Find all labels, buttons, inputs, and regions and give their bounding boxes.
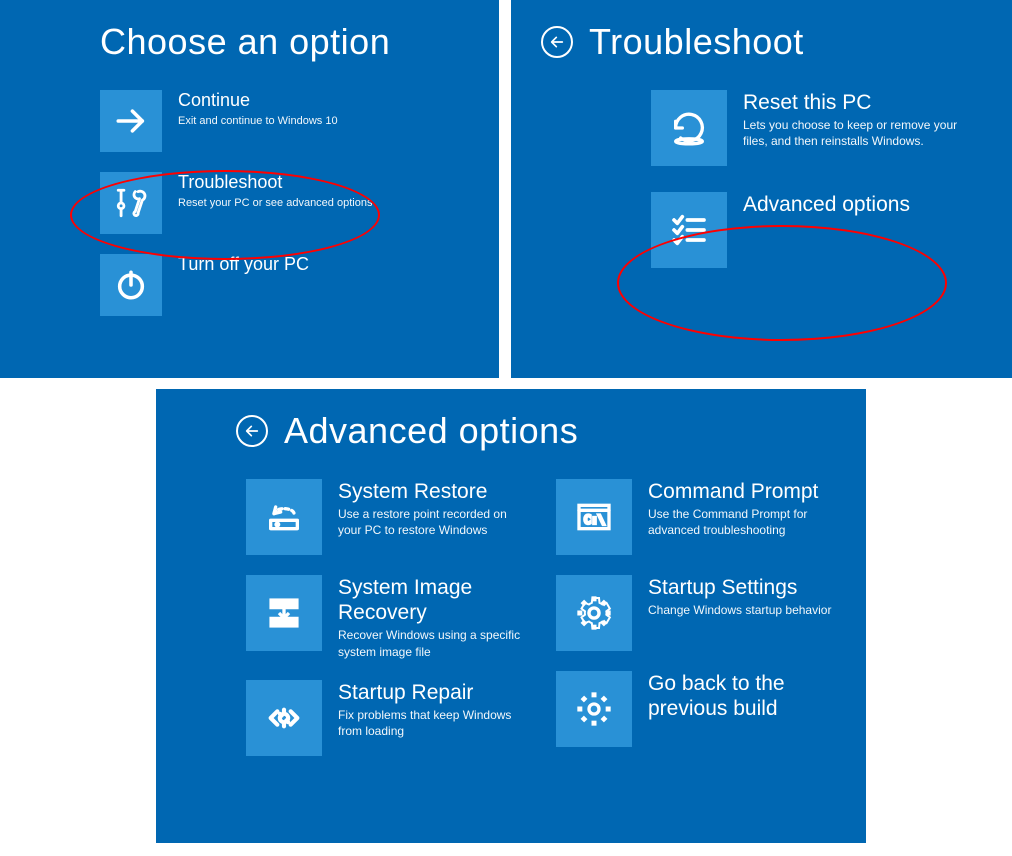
troubleshoot-screen: Troubleshoot Reset this PC Lets you choo… bbox=[511, 0, 1012, 378]
system-restore-option[interactable]: System Restore Use a restore point recor… bbox=[246, 479, 526, 555]
option-desc: Use a restore point recorded on your PC … bbox=[338, 506, 526, 538]
option-desc: Lets you choose to keep or remove your f… bbox=[743, 117, 963, 149]
continue-option[interactable]: Continue Exit and continue to Windows 10 bbox=[100, 90, 479, 152]
startup-settings-option[interactable]: Startup Settings Change Windows startup … bbox=[556, 575, 836, 651]
option-title: Continue bbox=[178, 90, 338, 112]
option-title: Troubleshoot bbox=[178, 172, 372, 194]
turn-off-option[interactable]: Turn off your PC bbox=[100, 254, 479, 316]
gear-icon bbox=[556, 575, 632, 651]
advanced-options-option[interactable]: Advanced options bbox=[651, 192, 992, 268]
option-title: System Image Recovery bbox=[338, 575, 526, 625]
repair-icon bbox=[246, 680, 322, 756]
option-desc: Use the Command Prompt for advanced trou… bbox=[648, 506, 836, 538]
back-button[interactable] bbox=[236, 415, 268, 447]
option-desc: Recover Windows using a specific system … bbox=[338, 627, 526, 659]
option-title: Startup Settings bbox=[648, 575, 831, 600]
reset-pc-option[interactable]: Reset this PC Lets you choose to keep or… bbox=[651, 90, 992, 166]
cmd-icon: C:\ bbox=[556, 479, 632, 555]
option-title: Startup Repair bbox=[338, 680, 526, 705]
choose-option-screen: Choose an option Continue Exit and conti… bbox=[0, 0, 499, 378]
tools-icon bbox=[100, 172, 162, 234]
option-title: Go back to the previous build bbox=[648, 671, 808, 721]
gear-icon bbox=[556, 671, 632, 747]
svg-text:C:\: C:\ bbox=[584, 513, 605, 527]
back-button[interactable] bbox=[541, 26, 573, 58]
option-desc: Reset your PC or see advanced options bbox=[178, 196, 372, 211]
option-title: Advanced options bbox=[743, 192, 910, 217]
command-prompt-option[interactable]: C:\ Command Prompt Use the Command Promp… bbox=[556, 479, 836, 555]
image-recovery-icon bbox=[246, 575, 322, 651]
restore-icon bbox=[246, 479, 322, 555]
page-title: Choose an option bbox=[100, 24, 390, 60]
power-icon bbox=[100, 254, 162, 316]
option-title: System Restore bbox=[338, 479, 526, 504]
arrow-right-icon bbox=[100, 90, 162, 152]
page-title: Troubleshoot bbox=[589, 24, 804, 60]
troubleshoot-option[interactable]: Troubleshoot Reset your PC or see advanc… bbox=[100, 172, 479, 234]
option-desc: Exit and continue to Windows 10 bbox=[178, 114, 338, 129]
option-desc: Fix problems that keep Windows from load… bbox=[338, 707, 526, 739]
page-title: Advanced options bbox=[284, 413, 578, 449]
option-title: Turn off your PC bbox=[178, 254, 309, 276]
option-desc: Change Windows startup behavior bbox=[648, 602, 831, 618]
option-title: Command Prompt bbox=[648, 479, 836, 504]
option-title: Reset this PC bbox=[743, 90, 963, 115]
reset-icon bbox=[651, 90, 727, 166]
advanced-options-screen: Advanced options System Restore Use a re… bbox=[156, 389, 866, 843]
go-back-build-option[interactable]: Go back to the previous build bbox=[556, 671, 836, 747]
system-image-recovery-option[interactable]: System Image Recovery Recover Windows us… bbox=[246, 575, 526, 660]
checklist-icon bbox=[651, 192, 727, 268]
startup-repair-option[interactable]: Startup Repair Fix problems that keep Wi… bbox=[246, 680, 526, 756]
